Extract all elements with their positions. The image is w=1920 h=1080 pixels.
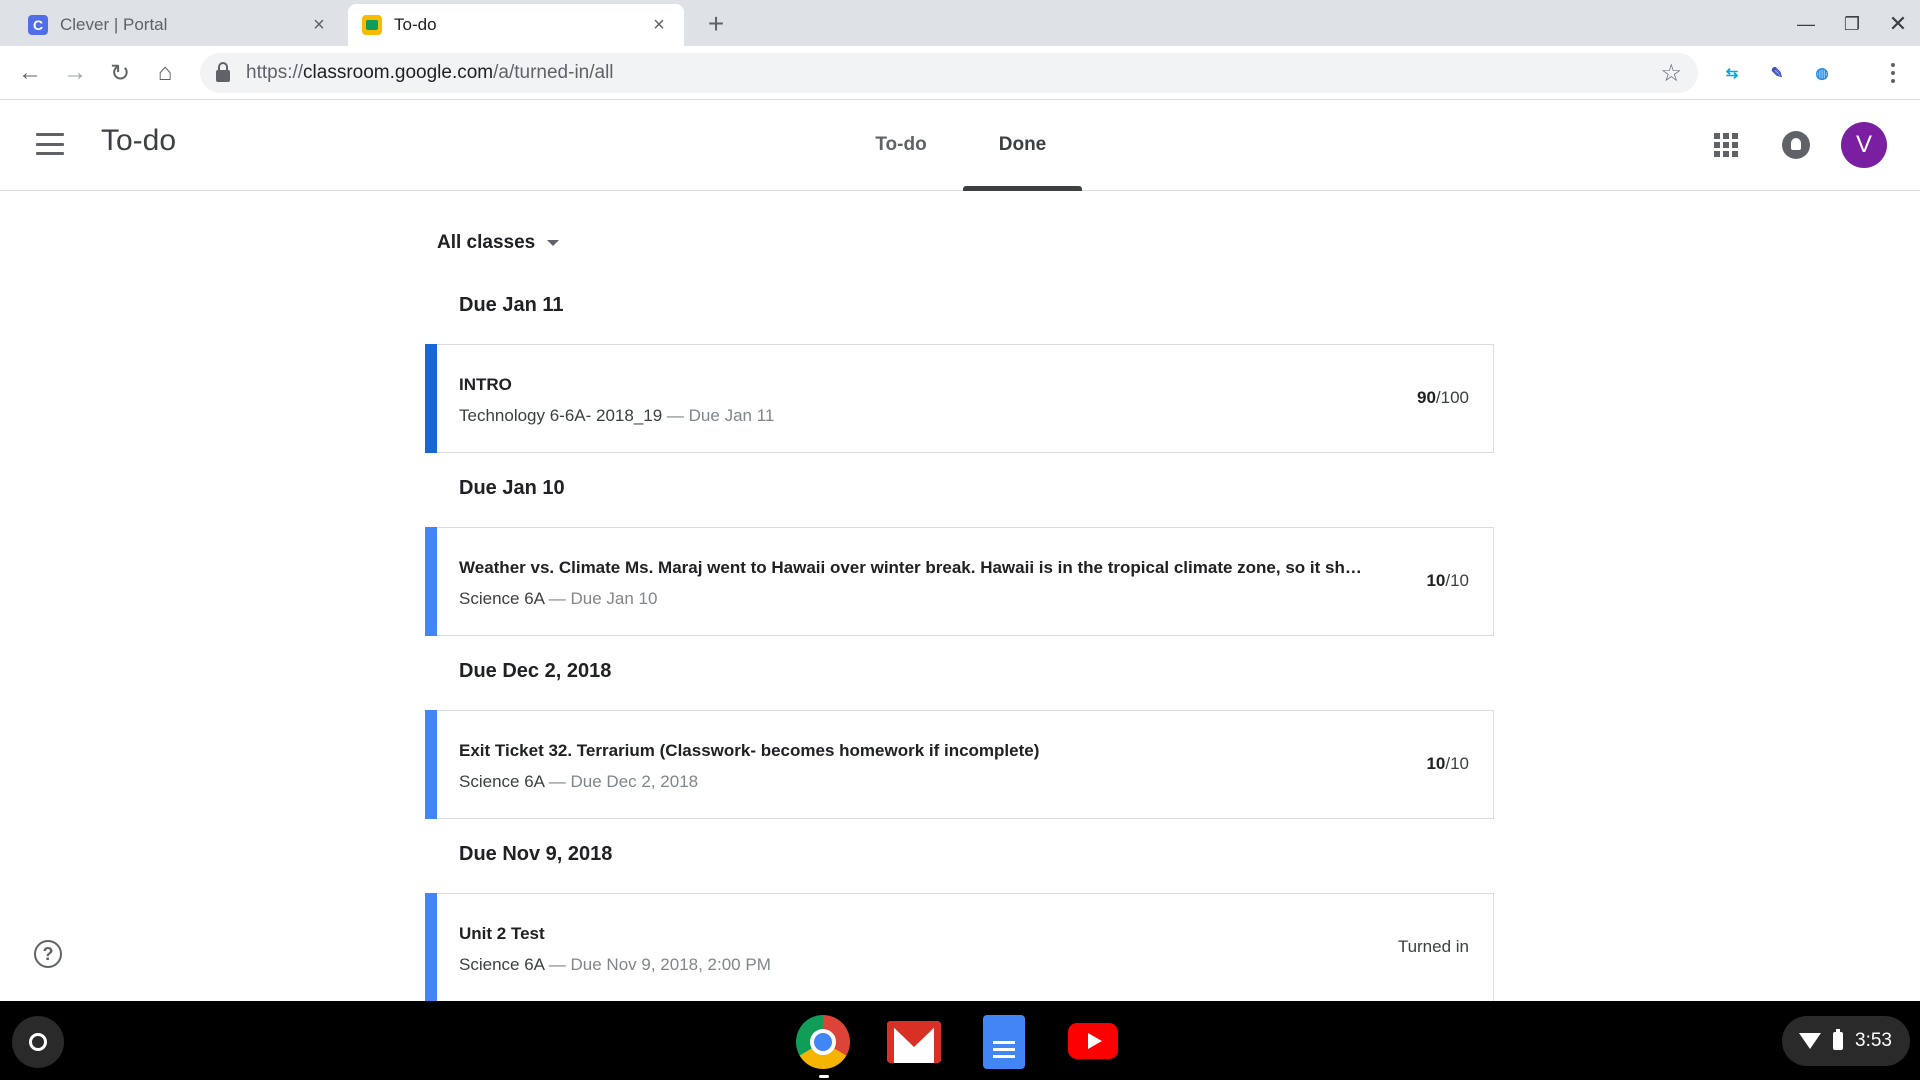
gmail-icon[interactable]: [887, 1021, 941, 1063]
launcher-icon[interactable]: [12, 1016, 64, 1068]
meta-separator: —: [662, 406, 689, 425]
assignment-title: INTRO: [459, 375, 512, 394]
grade-total: /10: [1445, 754, 1469, 773]
new-tab-icon[interactable]: +: [700, 8, 732, 40]
close-icon[interactable]: ×: [308, 14, 330, 36]
assignment-title: Weather vs. Climate Ms. Maraj went to Ha…: [459, 558, 1369, 577]
url-path: /a/turned-in/all: [493, 62, 614, 83]
help-icon[interactable]: ?: [34, 940, 62, 968]
browser-tab-strip: C Clever | Portal × To-do × + — ❐ ✕: [0, 0, 1920, 46]
system-tray[interactable]: 3:53: [1782, 1016, 1910, 1066]
assignment-card[interactable]: Unit 2 Test Science 6A — Due Nov 9, 2018…: [425, 893, 1494, 1002]
assignment-title: Exit Ticket 32. Terrarium (Classwork- be…: [459, 741, 1040, 760]
google-apps-icon[interactable]: [1714, 133, 1738, 157]
grade-value: 10: [1426, 754, 1446, 773]
assignment-meta: Science 6A — Due Dec 2, 2018: [459, 772, 698, 792]
assignment-meta: Science 6A — Due Nov 9, 2018, 2:00 PM: [459, 955, 771, 975]
browser-tab-clever[interactable]: C Clever | Portal ×: [14, 4, 344, 46]
class-filter-label: All classes: [437, 232, 536, 253]
docs-icon[interactable]: [983, 1015, 1025, 1069]
grade-value: 90: [1416, 388, 1436, 407]
dropdown-arrow-icon: [547, 240, 560, 246]
group-heading: Due Jan 11: [459, 294, 564, 316]
grade-value: 10: [1426, 571, 1446, 590]
grade-total: /100: [1435, 388, 1469, 407]
class-name: Technology 6-6A- 2018_19: [459, 406, 663, 425]
restore-icon[interactable]: ❐: [1834, 8, 1870, 40]
tab-label: Done: [998, 134, 1047, 155]
due-date: Due Dec 2, 2018: [570, 772, 699, 791]
card-accent-stripe: [425, 344, 437, 453]
minimize-icon[interactable]: —: [1788, 8, 1824, 40]
class-name: Science 6A: [459, 772, 545, 791]
assignment-meta: Technology 6-6A- 2018_19 — Due Jan 11: [459, 406, 774, 426]
grade: 90/100: [1417, 388, 1469, 408]
chrome-icon[interactable]: [796, 1015, 850, 1069]
meta-separator: —: [544, 955, 571, 974]
grade-total: /10: [1445, 571, 1469, 590]
address-bar[interactable]: https://classroom.google.com/a/turned-in…: [200, 53, 1698, 93]
assignment-title: Unit 2 Test: [459, 924, 545, 943]
due-date: Due Nov 9, 2018, 2:00 PM: [570, 955, 771, 974]
os-shelf: 3:53: [0, 1001, 1920, 1080]
group-heading: Due Jan 10: [459, 477, 565, 499]
submission-status: Turned in: [1397, 937, 1469, 956]
grade: 10/10: [1426, 571, 1469, 591]
card-accent-stripe: [425, 710, 437, 819]
lock-icon: [216, 61, 230, 82]
extension-pen-icon[interactable]: ✎: [1765, 61, 1789, 85]
url-host: classroom.google.com: [303, 62, 494, 83]
bookmark-star-icon[interactable]: ☆: [1660, 59, 1682, 88]
tab-title: Clever | Portal: [60, 15, 168, 34]
meta-separator: —: [544, 589, 571, 608]
browser-tab-todo[interactable]: To-do ×: [348, 4, 684, 46]
reload-icon[interactable]: ↻: [102, 55, 138, 91]
account-avatar[interactable]: V: [1841, 122, 1887, 168]
class-name: Science 6A: [459, 955, 545, 974]
page-title: To-do: [101, 124, 177, 157]
youtube-icon[interactable]: [1068, 1023, 1118, 1059]
assignment-meta: Science 6A — Due Jan 10: [459, 589, 657, 609]
assignment-card[interactable]: Exit Ticket 32. Terrarium (Classwork- be…: [425, 710, 1494, 819]
browser-toolbar: ← → ↻ ⌂ https://classroom.google.com/a/t…: [0, 46, 1920, 100]
group-heading: Due Dec 2, 2018: [459, 660, 612, 682]
tab-to-do[interactable]: To-do: [860, 100, 942, 190]
card-accent-stripe: [425, 893, 437, 1002]
classroom-favicon-icon: [362, 15, 382, 35]
due-date: Due Jan 11: [688, 406, 775, 425]
class-name: Science 6A: [459, 589, 545, 608]
extension-globe-icon[interactable]: ◍: [1810, 61, 1834, 85]
back-icon[interactable]: ←: [12, 55, 48, 91]
card-accent-stripe: [425, 527, 437, 636]
tab-done[interactable]: Done: [963, 100, 1082, 191]
home-icon[interactable]: ⌂: [147, 55, 183, 91]
battery-icon: [1833, 1029, 1844, 1050]
notifications-bell-icon[interactable]: [1782, 131, 1810, 159]
clever-favicon-icon: C: [28, 15, 48, 35]
class-filter-dropdown[interactable]: All classes: [437, 232, 560, 254]
active-tab-indicator: [963, 186, 1082, 191]
assignment-card[interactable]: INTRO Technology 6-6A- 2018_19 — Due Jan…: [425, 344, 1494, 453]
url-scheme: https://: [246, 62, 304, 83]
close-icon[interactable]: ×: [648, 14, 670, 36]
wifi-icon: [1799, 1033, 1822, 1049]
close-window-icon[interactable]: ✕: [1880, 8, 1916, 40]
extension-sync-icon[interactable]: ⇆: [1720, 61, 1744, 85]
running-indicator: [819, 1075, 829, 1078]
meta-separator: —: [544, 772, 571, 791]
due-date: Due Jan 10: [570, 589, 658, 608]
assignment-card[interactable]: Weather vs. Climate Ms. Maraj went to Ha…: [425, 527, 1494, 636]
group-heading: Due Nov 9, 2018: [459, 843, 613, 865]
tab-label: To-do: [875, 134, 927, 155]
forward-icon[interactable]: →: [57, 55, 93, 91]
clock: 3:53: [1855, 1030, 1892, 1051]
tab-title: To-do: [394, 15, 437, 34]
classroom-header: To-do To-do Done V: [0, 100, 1920, 191]
grade: 10/10: [1426, 754, 1469, 774]
browser-menu-icon[interactable]: [1878, 58, 1908, 88]
main-menu-icon[interactable]: [36, 133, 64, 155]
